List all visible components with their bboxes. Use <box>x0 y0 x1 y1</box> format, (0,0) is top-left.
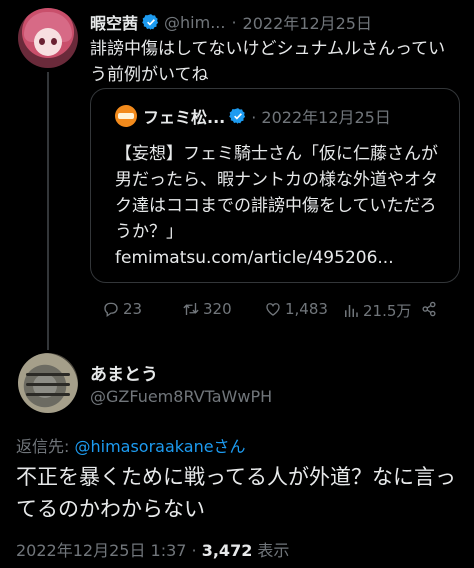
replying-to-label: 返信先: <box>16 437 75 456</box>
reply-author-avatar[interactable] <box>18 353 78 413</box>
views-button[interactable]: 21.5万 <box>342 300 411 321</box>
quote-author-name: フェミ松... <box>143 108 226 127</box>
reply-icon <box>104 302 118 318</box>
heart-icon <box>266 303 280 316</box>
tweet-header: 暇空茜 @him... · 2022年12月25日 <box>90 9 464 35</box>
author-name[interactable]: 暇空茜 <box>90 10 138 34</box>
avatar-stripe <box>26 373 70 376</box>
views-count: 21.5万 <box>363 302 412 320</box>
quote-tweet-card[interactable]: フェミ松... · 2022年12月25日 【妄想】フェミ騎士さん「仮に仁藤さん… <box>90 88 460 283</box>
reply-view-count: 3,472 <box>201 541 253 560</box>
avatar-eye <box>39 38 45 45</box>
share-button[interactable] <box>420 300 441 318</box>
replying-to-handle-link[interactable]: @himasoraakaneさん <box>74 437 245 456</box>
tweet-main[interactable]: 暇空茜 @him... · 2022年12月25日 誹謗中傷はしてないけどシュナ… <box>0 0 474 350</box>
tweet-date[interactable]: 2022年12月25日 <box>243 10 372 34</box>
tweet-reply[interactable]: あまとう @GZFuem8RVTaWwPH 返信先: @himasoraakan… <box>0 345 474 568</box>
views-chart-icon <box>345 304 358 317</box>
reply-text: 不正を暴くために戦ってる人が外道？なに言ってるのかわからない <box>16 465 456 521</box>
replying-to: 返信先: @himasoraakaneさん <box>16 433 246 457</box>
thread-connector-line <box>47 72 49 350</box>
reply-count: 23 <box>123 300 143 318</box>
author-avatar[interactable] <box>18 8 78 68</box>
like-count: 1,483 <box>285 300 328 318</box>
author-handle[interactable]: @him... <box>164 13 225 32</box>
avatar-eye <box>51 38 57 45</box>
reply-author-handle[interactable]: @GZFuem8RVTaWwPH <box>90 387 272 406</box>
reply-button[interactable]: 23 <box>102 300 142 318</box>
quote-date: · 2022年12月25日 <box>251 108 391 127</box>
retweet-icon <box>183 303 199 315</box>
quote-link[interactable]: femimatsu.com/article/495206... <box>115 245 394 271</box>
like-button[interactable]: 1,483 <box>264 300 328 318</box>
reply-timestamp[interactable]: 2022年12月25日 1:37 · <box>16 541 202 560</box>
verified-badge-icon <box>229 108 246 124</box>
quote-header: フェミ松... · 2022年12月25日 <box>115 104 391 128</box>
tweet-actions-bar: 23 320 1,483 21.5万 <box>90 300 460 324</box>
share-icon <box>422 301 436 317</box>
quote-author-avatar <box>115 105 137 127</box>
reply-meta: 2022年12月25日 1:37 · 3,472 表示 <box>16 537 289 561</box>
retweet-count: 320 <box>203 300 232 318</box>
reply-author-name[interactable]: あまとう <box>90 360 158 385</box>
avatar-stripe <box>26 383 70 386</box>
header-separator: · <box>231 12 237 32</box>
avatar-stripe <box>26 393 70 396</box>
tweet-text: 誹謗中傷はしてないけどシュナムルさんっていう前例がいてね <box>90 39 446 85</box>
reply-view-label: 表示 <box>252 541 290 560</box>
retweet-button[interactable]: 320 <box>182 300 232 318</box>
quote-text: 【妄想】フェミ騎士さん「仮に仁藤さんが男だったら、暇ナントカの様な外道やオタク達… <box>115 144 438 242</box>
verified-badge-icon <box>142 14 159 30</box>
